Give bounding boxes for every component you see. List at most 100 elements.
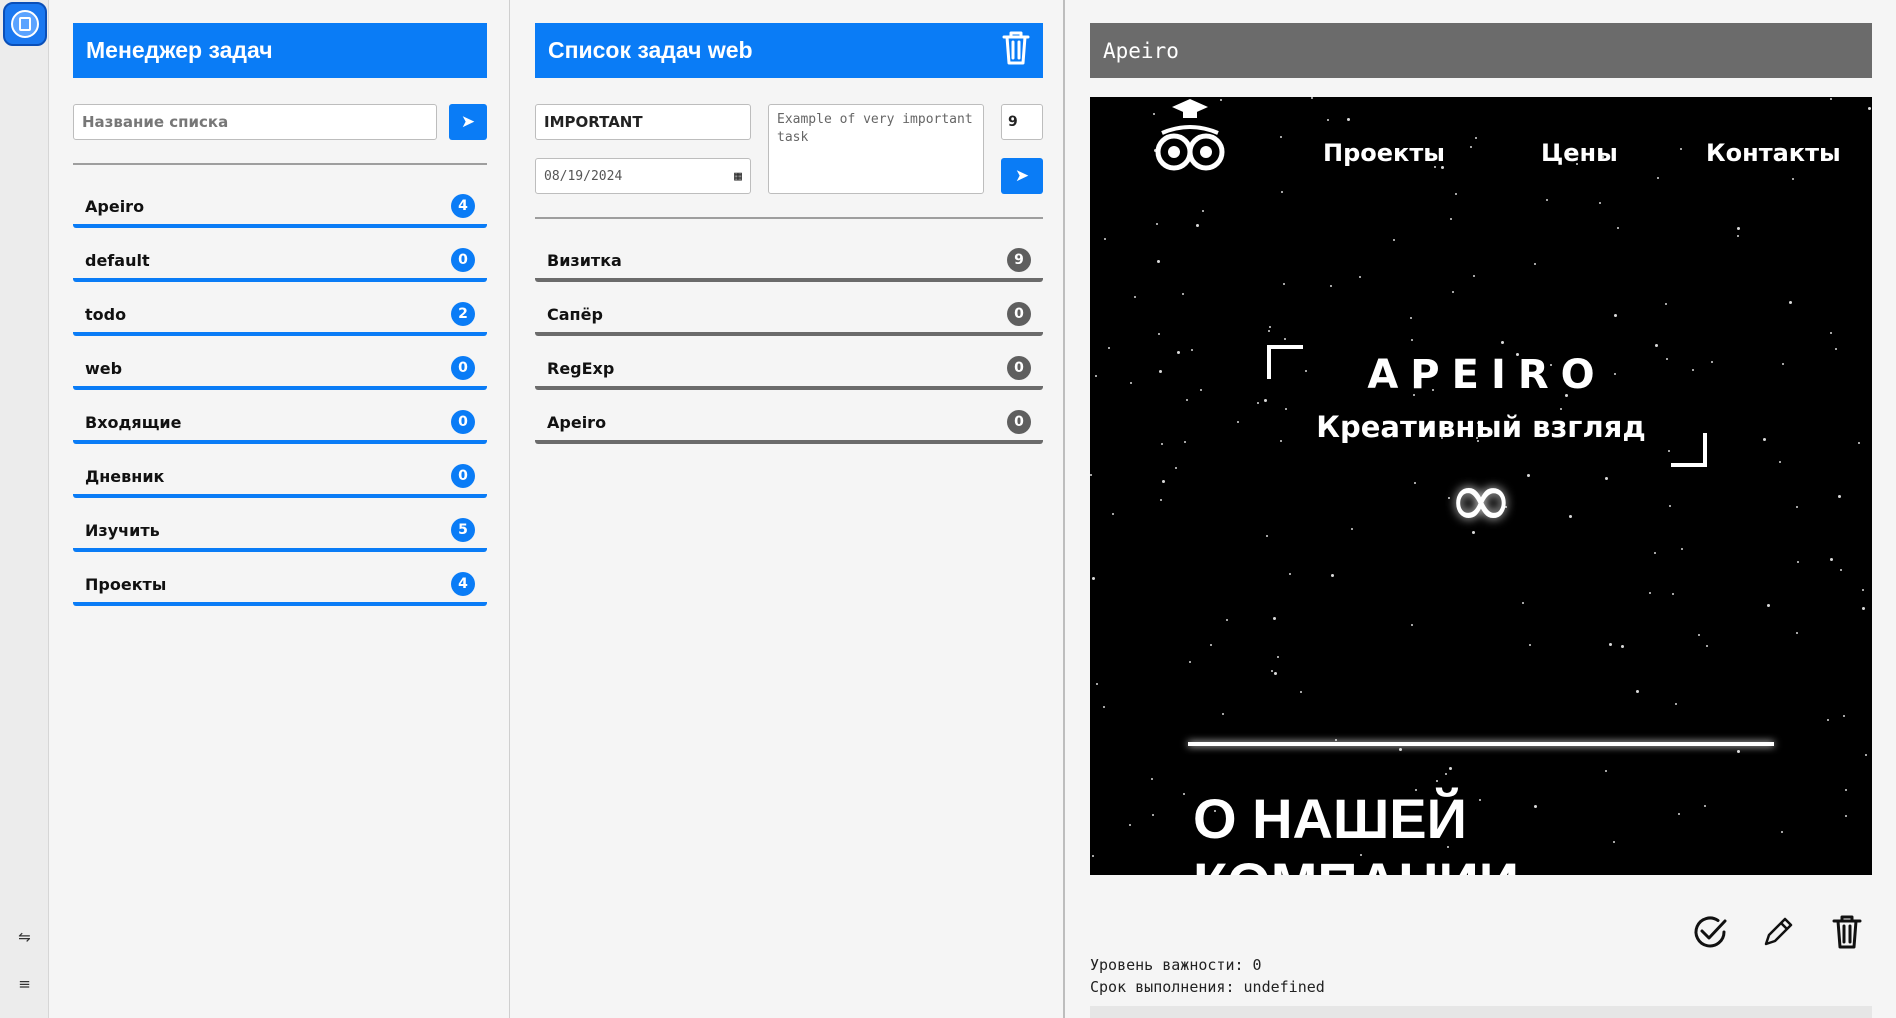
star xyxy=(1830,558,1833,561)
star xyxy=(1835,348,1837,350)
preview-nav-prices: Цены xyxy=(1541,139,1618,167)
star xyxy=(1436,780,1438,782)
add-list-button[interactable]: ➤ xyxy=(449,104,487,140)
complete-task-button[interactable] xyxy=(1688,910,1732,954)
pencil-icon xyxy=(1764,917,1793,946)
description-textarea[interactable]: Example of very important task xyxy=(768,104,984,194)
star xyxy=(1300,691,1302,693)
priority-badge: 0 xyxy=(1007,410,1031,434)
star xyxy=(1202,210,1204,212)
delete-list-button[interactable] xyxy=(1001,31,1031,71)
new-list-input[interactable]: Название списка xyxy=(73,104,437,140)
star xyxy=(1868,107,1871,110)
star xyxy=(1789,301,1792,304)
star xyxy=(1269,326,1271,328)
importance-text: Уровень важности: 0 xyxy=(1090,956,1262,974)
star xyxy=(1781,831,1783,833)
star xyxy=(1104,238,1106,240)
star xyxy=(1283,283,1285,285)
list-item[interactable]: todo 2 xyxy=(73,296,487,336)
list-item-label: default xyxy=(85,250,150,270)
infinity-icon: ∞ xyxy=(1447,453,1515,546)
task-item[interactable]: Визитка 9 xyxy=(535,242,1043,282)
task-item[interactable]: RegExp 0 xyxy=(535,350,1043,390)
star xyxy=(1103,706,1105,708)
site-preview-image: Проекты Цены Контакты APEIRO Креативный … xyxy=(1090,97,1872,875)
star xyxy=(1273,617,1276,620)
star xyxy=(1156,223,1158,225)
divider xyxy=(535,217,1043,219)
star xyxy=(1092,577,1095,580)
star xyxy=(1226,619,1228,621)
priority-input[interactable]: 9 xyxy=(1001,104,1043,140)
list-item[interactable]: Дневник 0 xyxy=(73,458,487,498)
star xyxy=(1191,349,1193,351)
star xyxy=(1445,773,1447,775)
list-item[interactable]: Входящие 0 xyxy=(73,404,487,444)
star xyxy=(1501,341,1504,344)
star xyxy=(1621,645,1624,648)
preview-section-heading: О НАШЕЙ КОМПАНИИ xyxy=(1193,787,1519,875)
list-item-label: Apeiro xyxy=(85,196,145,216)
list-item[interactable]: web 0 xyxy=(73,350,487,390)
star xyxy=(1280,136,1282,138)
star xyxy=(1617,227,1619,229)
list-item[interactable]: Изучить 5 xyxy=(73,512,487,552)
star xyxy=(1737,750,1740,753)
star xyxy=(1672,593,1674,595)
trash-icon xyxy=(1832,915,1862,949)
count-badge: 5 xyxy=(451,518,475,542)
task-item-label: RegExp xyxy=(547,358,615,378)
star xyxy=(1605,770,1607,772)
app-logo-icon[interactable] xyxy=(3,2,47,46)
list-item-label: Изучить xyxy=(85,520,160,540)
list-item[interactable]: default 0 xyxy=(73,242,487,282)
star xyxy=(1274,672,1277,675)
menu-icon[interactable]: ≡ xyxy=(0,975,49,993)
add-task-button[interactable]: ➤ xyxy=(1001,158,1043,194)
star xyxy=(1449,767,1452,770)
star xyxy=(1654,552,1656,554)
delete-task-button[interactable] xyxy=(1825,910,1869,954)
list-item[interactable]: Проекты 4 xyxy=(73,566,487,606)
star xyxy=(1678,813,1680,815)
list-item[interactable]: Apeiro 4 xyxy=(73,188,487,228)
swap-icon[interactable]: ⇋ xyxy=(0,928,49,946)
star xyxy=(1475,137,1477,139)
star xyxy=(1411,339,1413,341)
preview-nav-projects: Проекты xyxy=(1323,139,1445,167)
star xyxy=(1613,841,1615,843)
count-badge: 0 xyxy=(451,356,475,380)
star xyxy=(1655,344,1658,347)
star xyxy=(1599,202,1601,204)
star xyxy=(1681,548,1683,550)
star xyxy=(1614,314,1617,317)
divider xyxy=(73,163,487,165)
edit-task-button[interactable] xyxy=(1756,910,1800,954)
star xyxy=(1335,739,1337,741)
star xyxy=(1399,748,1402,751)
task-item[interactable]: Apeiro 0 xyxy=(535,404,1043,444)
priority-badge: 0 xyxy=(1007,302,1031,326)
star xyxy=(1797,561,1799,563)
star xyxy=(1186,399,1188,401)
star xyxy=(1331,574,1334,577)
star xyxy=(1151,778,1153,780)
task-list-panel: Список задач web IMPORTANT 08/19/2024 ▦ … xyxy=(511,0,1065,1018)
date-input[interactable]: 08/19/2024 ▦ xyxy=(535,158,751,194)
count-badge: 0 xyxy=(451,464,475,488)
star xyxy=(1534,263,1536,265)
task-title-input[interactable]: IMPORTANT xyxy=(535,104,751,140)
star xyxy=(1636,690,1639,693)
task-item[interactable]: Сапёр 0 xyxy=(535,296,1043,336)
calendar-icon[interactable]: ▦ xyxy=(734,169,742,184)
list-manager-panel: Менеджер задач Название списка ➤ Apeiro 4… xyxy=(50,0,510,1018)
preview-brand: APEIRO xyxy=(1367,352,1607,398)
star xyxy=(1157,260,1160,263)
star xyxy=(1675,703,1677,705)
star xyxy=(1182,293,1184,295)
star xyxy=(1845,789,1847,791)
star xyxy=(1096,683,1098,685)
owl-logo-icon xyxy=(1155,99,1225,171)
star xyxy=(1271,670,1273,672)
